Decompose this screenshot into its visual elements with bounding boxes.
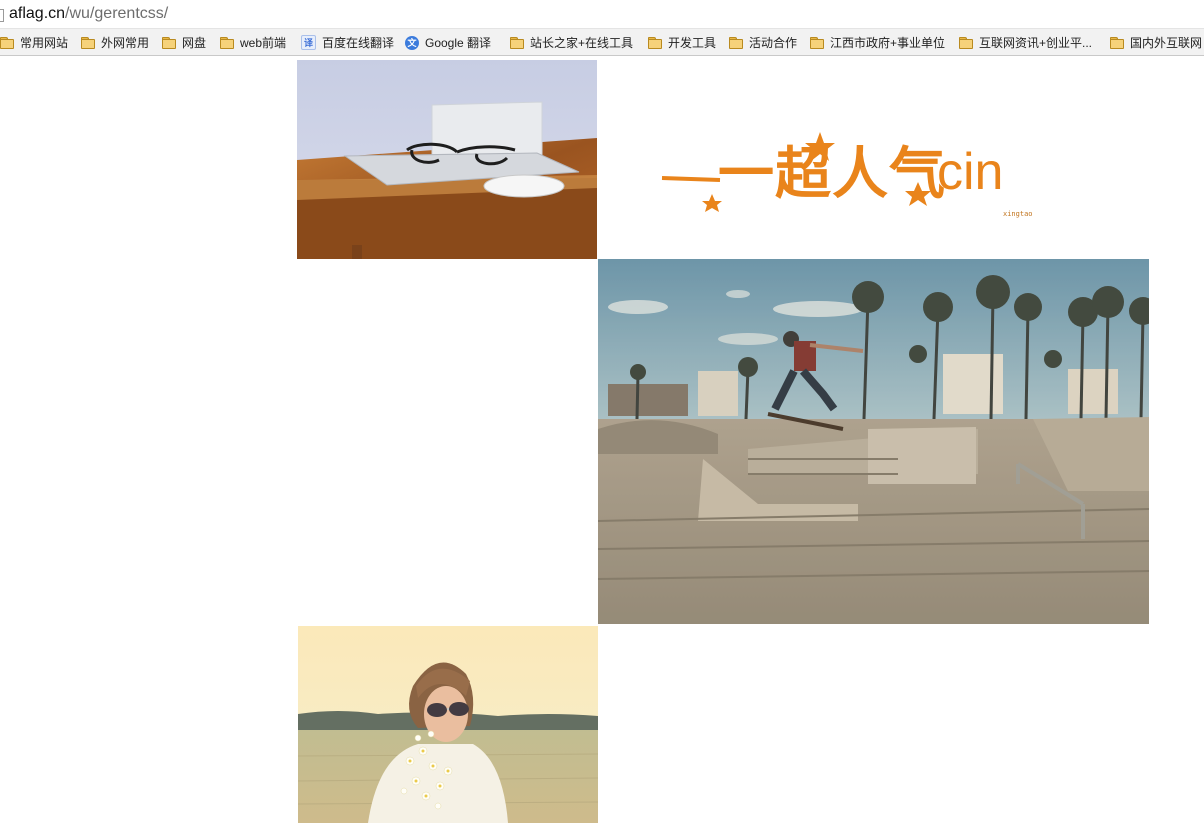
bookmark-label: Google 翻译 (425, 36, 492, 50)
address-bar[interactable]: aflag.cn/wu/gerentcss/ (0, 0, 1204, 29)
bookmark-folder[interactable]: web前端 (220, 29, 287, 55)
bookmark-label: 外网常用 (101, 36, 150, 50)
bookmark-folder[interactable]: 活动合作 (729, 29, 798, 55)
bookmark-folder[interactable]: 网盘 (162, 29, 207, 55)
folder-icon (220, 37, 234, 49)
girl-field-photo (298, 626, 598, 823)
logo: 一超人气 cin xingtao (660, 128, 1050, 223)
bookmark-label: 国内外互联网 (1130, 36, 1203, 50)
folder-icon (1110, 37, 1124, 49)
folder-icon (959, 37, 973, 49)
bookmark-link[interactable]: 译百度在线翻译 (301, 29, 395, 55)
bookmark-label: 网盘 (182, 36, 207, 50)
bookmark-folder[interactable]: 站长之家+在线工具 (510, 29, 634, 55)
url-host: aflag.cn (9, 5, 66, 22)
folder-icon (81, 37, 95, 49)
url-text[interactable]: aflag.cn/wu/gerentcss/ (9, 5, 168, 23)
google-translate-icon: 文 (405, 35, 419, 50)
bookmark-folder[interactable]: 互联网资讯+创业平... (959, 29, 1093, 55)
folder-icon (648, 37, 662, 49)
folder-icon (0, 37, 14, 49)
bookmark-label: 开发工具 (668, 36, 717, 50)
bookmark-label: 常用网站 (20, 36, 69, 50)
skatepark-photo (598, 259, 1149, 624)
bookmarks-bar: 常用网站 外网常用 网盘 web前端 译百度在线翻译 文 Google 翻译 站长… (0, 29, 1204, 56)
folder-icon (162, 37, 176, 49)
laptop-desk-photo (297, 60, 597, 259)
bookmark-folder[interactable]: 国内外互联网 (1110, 29, 1203, 55)
bookmark-label: 互联网资讯+创业平... (979, 36, 1093, 50)
bookmark-folder[interactable]: 外网常用 (81, 29, 150, 55)
page-icon (0, 9, 4, 22)
folder-icon (510, 37, 524, 49)
logo-subtext: xingtao (1003, 210, 1033, 218)
folder-icon (810, 37, 824, 49)
logo-text: 一超人气 (718, 142, 946, 205)
bookmark-label: 江西市政府+事业单位 (830, 36, 946, 50)
bookmark-label: 站长之家+在线工具 (530, 36, 634, 50)
bookmark-folder[interactable]: 常用网站 (0, 29, 69, 55)
bookmark-label: 活动合作 (749, 36, 798, 50)
bookmark-label: 百度在线翻译 (322, 36, 395, 50)
folder-icon (729, 37, 743, 49)
bookmark-link[interactable]: 文 Google 翻译 (405, 29, 492, 55)
bookmark-label: web前端 (240, 36, 287, 50)
bookmark-folder[interactable]: 开发工具 (648, 29, 717, 55)
url-path: /wu/gerentcss/ (65, 5, 169, 22)
logo-suffix: cin (937, 143, 1004, 201)
bookmark-folder[interactable]: 江西市政府+事业单位 (810, 29, 946, 55)
baidu-translate-icon: 译 (301, 35, 316, 50)
